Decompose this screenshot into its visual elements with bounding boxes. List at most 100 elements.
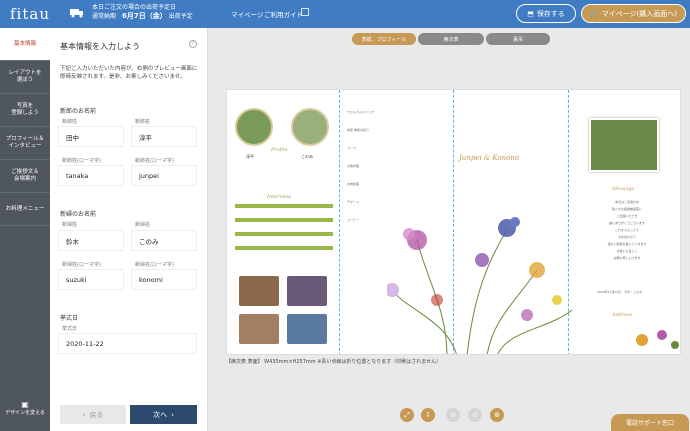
sidebar-item-photos[interactable]: 写真を 登録しよう xyxy=(0,94,50,127)
mypage-purchase-button[interactable]: 🛒 マイページ(購入画面へ) xyxy=(581,4,686,23)
groom-photo xyxy=(235,108,273,146)
message-heading: Message xyxy=(612,186,635,192)
menu-item: お魚料理 xyxy=(347,164,360,168)
nav-guide-link[interactable]: ご利用ガイド xyxy=(264,9,303,19)
design-icon: ▣ xyxy=(21,400,29,409)
message-line: 本日はご多用の中 xyxy=(614,200,639,204)
bride-first-roma-label: 新婦名(ローマ字) xyxy=(135,262,174,268)
message-line: 今後とも宜しく xyxy=(616,249,638,253)
message-line: 力を合わせて xyxy=(617,235,636,239)
couple-photo xyxy=(589,118,659,172)
message-line: ご出席いただき xyxy=(616,214,638,218)
zoom-in-icon: ⊕ xyxy=(494,411,500,419)
groom-last-label: 新郎姓 xyxy=(62,119,78,125)
tab-back[interactable]: 裏吊 xyxy=(486,33,550,45)
back-button[interactable]: ‹ 戻る xyxy=(60,405,126,424)
menu-item: ウェルカムドリンク xyxy=(347,110,374,114)
nav-mypage-link[interactable]: マイページ xyxy=(231,9,263,19)
download-button[interactable]: ⇩ xyxy=(421,408,435,422)
wedding-date-input[interactable]: 2020-11-22 xyxy=(58,333,197,354)
panel-title: 基本情報を入力しよう xyxy=(60,42,140,51)
zoom-reset-button[interactable]: ⊙ xyxy=(468,408,482,422)
fold-line xyxy=(453,90,454,354)
groom-name-preview: 淳平 xyxy=(246,154,254,159)
checkbox-icon[interactable] xyxy=(301,8,309,16)
chevron-right-icon: › xyxy=(171,410,174,419)
zoom-in-button[interactable]: ⊕ xyxy=(490,408,504,422)
interview-bar xyxy=(235,232,333,236)
couple-script-title: Junpei & Konomi xyxy=(459,154,520,162)
groom-last-input[interactable]: 田中 xyxy=(58,126,124,147)
message-line: 私たちの結婚披露宴に xyxy=(611,207,642,211)
menu-item: スープ xyxy=(347,146,356,150)
groom-section-title: 新郎のお名前 xyxy=(60,108,97,115)
profile-heading: Profile xyxy=(271,147,288,153)
phone-support-button[interactable]: 電話サポート窓口 xyxy=(611,414,689,431)
interview-heading: Interview xyxy=(267,194,292,200)
bride-last-roma-input[interactable]: suzuki xyxy=(58,269,124,290)
fullscreen-button[interactable]: ⤢ xyxy=(400,408,414,422)
wedding-date-label: 挙式日 xyxy=(62,326,78,332)
groom-last-roma-label: 新郎姓(ローマ字) xyxy=(62,158,101,164)
cart-icon: 🛒 xyxy=(589,9,599,18)
menu-item: コーヒー xyxy=(347,218,360,222)
save-icon: ⬒ xyxy=(527,9,534,18)
message-line: 誠にありがとうございます xyxy=(608,221,645,225)
interview-bar xyxy=(235,246,333,250)
bride-first-label: 新婦名 xyxy=(135,222,151,228)
groom-first-label: 新郎名 xyxy=(135,119,151,125)
gallery-photo xyxy=(239,276,279,306)
sidebar-item-profile[interactable]: プロフィール＆ インタビュー xyxy=(0,127,50,160)
groom-first-input[interactable]: 淳平 xyxy=(131,126,197,147)
bride-last-input[interactable]: 鈴木 xyxy=(58,230,124,251)
shipping-date: 6月7日（金） xyxy=(122,12,167,20)
menu-item: 前菜 季節の彩り xyxy=(347,128,369,132)
chevron-left-icon: ‹ xyxy=(82,410,86,419)
next-button[interactable]: 次へ › xyxy=(130,405,197,424)
interview-bar xyxy=(235,218,333,222)
fitau-logo[interactable]: fitau xyxy=(10,5,50,23)
interview-bar xyxy=(235,204,333,208)
bride-photo xyxy=(291,108,329,146)
change-design-button[interactable]: ▣ デザインを変える xyxy=(0,400,50,416)
preview-caption: 【席次表 表面】 W435mm×H257mm ※青い点線は折り位置となります（印… xyxy=(226,359,442,365)
bride-section-title: 新婦のお名前 xyxy=(60,211,97,218)
groom-first-roma-input[interactable]: junpei xyxy=(131,165,197,186)
tab-seating[interactable]: 席次表 xyxy=(418,33,484,45)
menu-list: ウェルカムドリンク 前菜 季節の彩り スープ お魚料理 お肉料理 デザート コー… xyxy=(347,110,417,236)
groom-last-roma-input[interactable]: tanaka xyxy=(58,165,124,186)
gallery-photo xyxy=(239,314,279,344)
sidebar-item-layout[interactable]: レイアウトを 選ぼう xyxy=(0,61,50,94)
save-button[interactable]: ⬒ 保存する xyxy=(516,4,576,23)
shipping-notice: 本日ご注文の場合の出荷予定日 xyxy=(92,4,177,11)
expand-icon: ⤢ xyxy=(404,410,410,419)
signature-date: 2020年11月22日 淳平・このみ xyxy=(597,290,643,294)
panel-description: 下記ご入力いただいた内容が、右側のプレビュー画面に即時反映されます。是非、お楽し… xyxy=(60,66,198,80)
tab-cover-profile[interactable]: 表紙、プロフィール xyxy=(352,33,416,45)
message-line: お願い申し上げます xyxy=(613,256,641,260)
bride-first-input[interactable]: このみ xyxy=(131,230,197,251)
fold-line xyxy=(568,90,569,354)
fold-line xyxy=(339,90,340,354)
zoom-reset-icon: ⊙ xyxy=(472,411,478,419)
wedding-section-title: 挙式日 xyxy=(60,315,79,322)
bride-last-label: 新婦姓 xyxy=(62,222,78,228)
bride-name-preview: このみ xyxy=(301,154,313,159)
menu-item: お肉料理 xyxy=(347,182,360,186)
sidebar: 基本情報 レイアウトを 選ぼう 写真を 登録しよう プロフィール＆ インタビュー… xyxy=(0,28,50,431)
message-line: これからも二人で xyxy=(614,228,639,232)
help-icon[interactable]: ? xyxy=(189,40,197,48)
message-body: 本日はご多用の中 私たちの結婚披露宴に ご出席いただき 誠にありがとうございます… xyxy=(582,200,672,263)
bride-first-roma-input[interactable]: konomi xyxy=(131,269,197,290)
sidebar-item-greeting[interactable]: ご挨拶文＆ 会場案内 xyxy=(0,160,50,193)
groom-first-roma-label: 新郎名(ローマ字) xyxy=(135,158,174,164)
bride-last-roma-label: 新婦姓(ローマ字) xyxy=(62,262,101,268)
download-icon: ⇩ xyxy=(425,411,431,419)
address-heading: Address xyxy=(612,312,633,318)
shipping-date-line: 通常納期 6月7日（金） 出荷予定 xyxy=(92,12,193,20)
top-bar: fitau 本日ご注文の場合の出荷予定日 通常納期 6月7日（金） 出荷予定 マ… xyxy=(0,0,690,28)
sidebar-item-basic-info[interactable]: 基本情報 xyxy=(0,28,50,61)
zoom-out-icon: ⊖ xyxy=(450,411,456,419)
zoom-out-button[interactable]: ⊖ xyxy=(446,408,460,422)
sidebar-item-menu[interactable]: お料理メニュー xyxy=(0,193,50,226)
